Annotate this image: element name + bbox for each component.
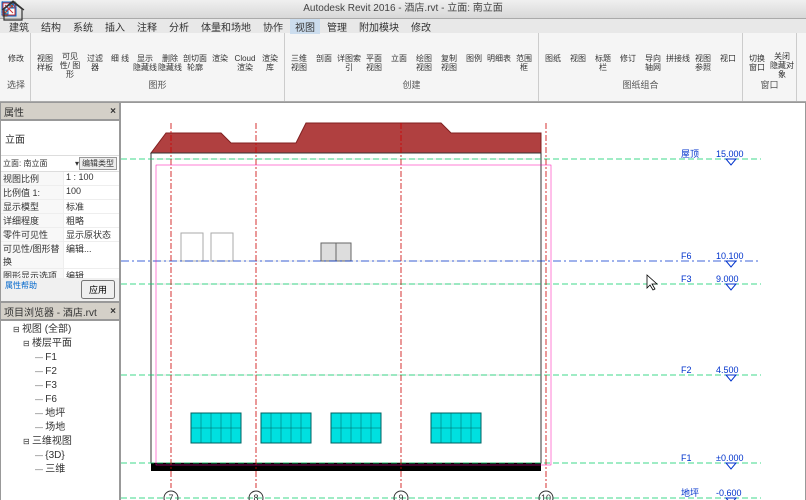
tab-6[interactable]: 体量和场地 [196,19,256,34]
svg-text:8: 8 [253,493,258,500]
tree-item[interactable]: 三维视图 [3,435,117,449]
guide-button[interactable]: 导向 轴网 [641,33,665,79]
apply-button[interactable]: 应用 [81,280,115,299]
edit-type-button[interactable]: 编辑类型 [79,157,117,170]
plan-button[interactable]: 平面 视图 [362,33,386,79]
cursor-button[interactable]: 修改 [4,33,28,79]
tree-item[interactable]: 三维 [3,463,117,477]
tree-item[interactable]: 楼层平面 [3,337,117,351]
svg-text:10: 10 [541,493,551,500]
vport-button[interactable]: 视口 [716,33,740,79]
cut-button[interactable]: 剖切面 轮廓 [183,33,207,79]
leg-button[interactable]: 图例 [462,33,486,79]
scope-button[interactable]: 范围 框 [512,33,536,79]
tab-5[interactable]: 分析 [164,19,194,34]
close-button[interactable]: 关闭 隐藏对象 [770,33,794,79]
ribbon: 修改选择视图 样板可见性/ 图形过滤 器细 线显示 隐藏线删除 隐藏线剖切面 轮… [0,33,806,102]
drawing-canvas[interactable]: 屋顶 15.000 F6 10.100 F3 9.000 F2 4.500 F1 ±0.000 地坪… [120,102,806,500]
tblk-button[interactable]: 标题 栏 [591,33,615,79]
show-button[interactable]: 显示 隐藏线 [133,33,157,79]
tree-item[interactable]: F3 [3,379,117,393]
tab-9[interactable]: 管理 [322,19,352,34]
view-type-label: 立面 [5,131,25,146]
property-row[interactable]: 比例值 1:100 [1,186,119,200]
property-row[interactable]: 显示模型标准 [1,200,119,214]
3d-button[interactable]: 三维 视图 [287,33,311,79]
vref-button[interactable]: A视图 参照 [691,33,715,79]
tree-item[interactable]: F6 [3,393,117,407]
tab-2[interactable]: 系统 [68,19,98,34]
tab-10[interactable]: 附加模块 [354,19,404,34]
properties-panel: 立面 立面: 南立面 ▾ 编辑类型 视图比例1 : 100比例值 1:100显示… [0,120,120,302]
app-title: Autodesk Revit 2016 - 酒店.rvt - 立面: 南立面 [303,3,503,14]
svg-text:9.000: 9.000 [716,274,739,284]
cloud-button[interactable]: Cloud 渲染 [233,33,257,79]
svg-text:10.100: 10.100 [716,251,744,261]
tab-3[interactable]: 插入 [100,19,130,34]
match-button[interactable]: 拼接线 [666,33,690,79]
view-button[interactable]: 视图 [566,33,590,79]
project-browser[interactable]: 视图 (全部)楼层平面F1F2F3F6地坪场地三维视图{3D}三维 [0,320,120,500]
cursor-icon [646,274,660,292]
tree-item[interactable]: {3D} [3,449,117,463]
svg-text:-0.600: -0.600 [716,488,742,498]
svg-text:F2: F2 [681,365,692,375]
svg-text:±0.000: ±0.000 [716,453,743,463]
svg-text:4.500: 4.500 [716,365,739,375]
sect-button[interactable]: 剖面 [312,33,336,79]
elev-button[interactable]: 立面 [387,33,411,79]
svg-text:F6: F6 [681,251,692,261]
close-icon[interactable]: × [110,306,116,317]
titlebar: Autodesk Revit 2016 - 酒店.rvt - 立面: 南立面 [0,0,806,19]
svg-text:15.000: 15.000 [716,149,744,159]
property-row[interactable]: 零件可见性显示原状态 [1,228,119,242]
tree-item[interactable]: 视图 (全部) [3,323,117,337]
tree-item[interactable]: 场地 [3,421,117,435]
tab-1[interactable]: 结构 [36,19,66,34]
sched-button[interactable]: 明细表 [487,33,511,79]
property-row[interactable]: 视图比例1 : 100 [1,172,119,186]
gal-button[interactable]: 渲染 库 [258,33,282,79]
filt-button[interactable]: 过滤 器 [83,33,107,79]
property-row[interactable]: 可见性/图形替换编辑... [1,242,119,269]
close-icon[interactable]: × [110,106,116,117]
property-row[interactable]: 图形显示选项编辑... [1,269,119,278]
tree-item[interactable]: F2 [3,365,117,379]
property-row[interactable]: 详细程度粗略 [1,214,119,228]
tab-8[interactable]: 视图 [290,19,320,34]
svg-text:F3: F3 [681,274,692,284]
draft-button[interactable]: 绘图 视图 [412,33,436,79]
vis-button[interactable]: 可见性/ 图形 [58,33,82,79]
switch-button[interactable]: 切换 窗口 [745,33,769,79]
tab-7[interactable]: 协作 [258,19,288,34]
browser-header: 项目浏览器 - 酒店.rvt × [0,302,120,320]
rev-button[interactable]: 修订 [616,33,640,79]
thin-button[interactable]: 细 线 [108,33,132,79]
det-button[interactable]: 详图索引 [337,33,361,79]
tab-11[interactable]: 修改 [406,19,436,34]
svg-text:9: 9 [398,493,403,500]
svg-text:F1: F1 [681,453,692,463]
family-selector[interactable]: 立面: 南立面 [3,158,75,169]
rend-button[interactable]: 渲染 [208,33,232,79]
remh-button[interactable]: 删除 隐藏线 [158,33,182,79]
vt-button[interactable]: 视图 样板 [33,33,57,79]
ribbon-tabs: 建筑结构系统插入注释分析体量和场地协作视图管理附加模块修改 [0,19,806,33]
tab-4[interactable]: 注释 [132,19,162,34]
sheet-button[interactable]: 图纸 [541,33,565,79]
properties-help[interactable]: 属性帮助 [5,280,37,291]
tree-item[interactable]: 地坪 [3,407,117,421]
svg-text:地坪: 地坪 [681,487,699,498]
svg-text:屋顶: 屋顶 [681,149,699,159]
dup-button[interactable]: 复制 视图 [437,33,461,79]
tree-item[interactable]: F1 [3,351,117,365]
properties-header: 属性 × [0,102,120,120]
svg-text:7: 7 [168,493,173,500]
